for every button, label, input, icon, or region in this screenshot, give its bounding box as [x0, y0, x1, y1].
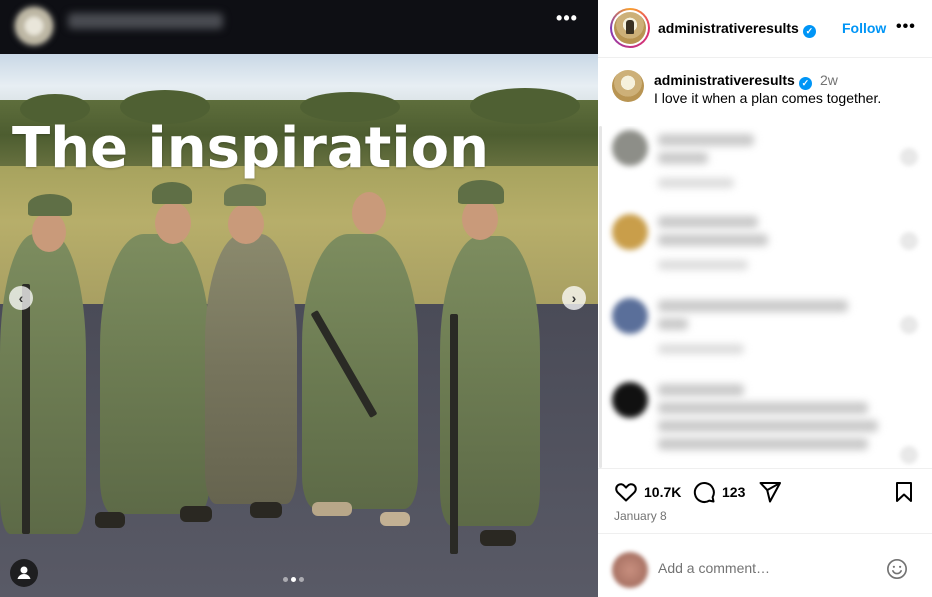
comment-input[interactable]: Add a comment… [658, 560, 770, 576]
post-caption: administrativeresults ✓ 2w I love it when… [598, 58, 932, 118]
chevron-left-icon[interactable]: ‹ [9, 286, 33, 310]
user-tag-icon[interactable] [10, 559, 38, 587]
chevron-right-icon[interactable]: › [562, 286, 586, 310]
media-top-bar: ••• [0, 0, 598, 54]
post-media: ••• The inspiration ‹ › [0, 0, 598, 597]
like-action[interactable]: 10.7K [614, 479, 681, 505]
comment-avatar [612, 130, 648, 166]
comment-avatar [612, 298, 648, 334]
post-photo[interactable]: The inspiration ‹ › [0, 54, 598, 597]
comment-row [598, 126, 932, 210]
carousel-dot-active [291, 577, 296, 582]
carousel-dots [283, 577, 304, 583]
carousel-dot [283, 577, 288, 582]
media-more-icon[interactable]: ••• [552, 9, 582, 27]
post-date[interactable]: January 8 [614, 509, 667, 523]
send-icon[interactable] [758, 480, 782, 504]
save-action[interactable] [892, 479, 916, 505]
comment-bubble-icon[interactable] [692, 480, 716, 504]
comment-like-icon[interactable] [900, 446, 918, 464]
comment-row [598, 294, 932, 378]
comment-row [598, 378, 932, 464]
post-header: administrativeresults ✓ Follow ••• [598, 0, 932, 58]
comment-avatar [612, 214, 648, 250]
comment-like-icon[interactable] [900, 148, 918, 166]
caption-avatar[interactable] [612, 70, 644, 102]
bookmark-icon[interactable] [892, 480, 916, 504]
post-side-panel: administrativeresults ✓ Follow ••• admini… [598, 0, 932, 597]
caption-timestamp[interactable]: 2w [820, 72, 838, 88]
share-action[interactable] [758, 479, 782, 505]
caption-username[interactable]: administrativeresults [654, 72, 795, 88]
author-username[interactable]: administrativeresults [658, 20, 799, 36]
overlay-caption-text: The inspiration [12, 116, 489, 181]
blurred-username [68, 13, 223, 29]
verified-badge-icon: ✓ [798, 77, 812, 90]
verified-badge-icon: ✓ [802, 25, 816, 38]
viewer-avatar [612, 552, 648, 588]
comment-action[interactable]: 123 [692, 479, 745, 505]
author-avatar[interactable] [610, 8, 650, 48]
carousel-dot [299, 577, 304, 582]
add-comment-bar: Add a comment… [598, 533, 932, 597]
follow-button[interactable]: Follow [842, 20, 886, 36]
heart-icon[interactable] [614, 480, 638, 504]
comment-count[interactable]: 123 [722, 484, 745, 500]
comments-list[interactable] [598, 126, 932, 468]
caption-text: I love it when a plan comes together. [654, 90, 882, 106]
caption-username-row[interactable]: administrativeresults ✓ [654, 72, 812, 90]
blurred-avatar [12, 4, 56, 48]
like-count[interactable]: 10.7K [644, 484, 681, 500]
emoji-icon[interactable] [886, 558, 908, 580]
more-options-icon[interactable]: ••• [896, 18, 916, 36]
comment-like-icon[interactable] [900, 316, 918, 334]
comment-like-icon[interactable] [900, 232, 918, 250]
comment-avatar [612, 382, 648, 418]
post-actions: 10.7K 123 January 8 [598, 468, 932, 532]
comment-row [598, 210, 932, 294]
author-username-row[interactable]: administrativeresults ✓ [658, 20, 816, 38]
